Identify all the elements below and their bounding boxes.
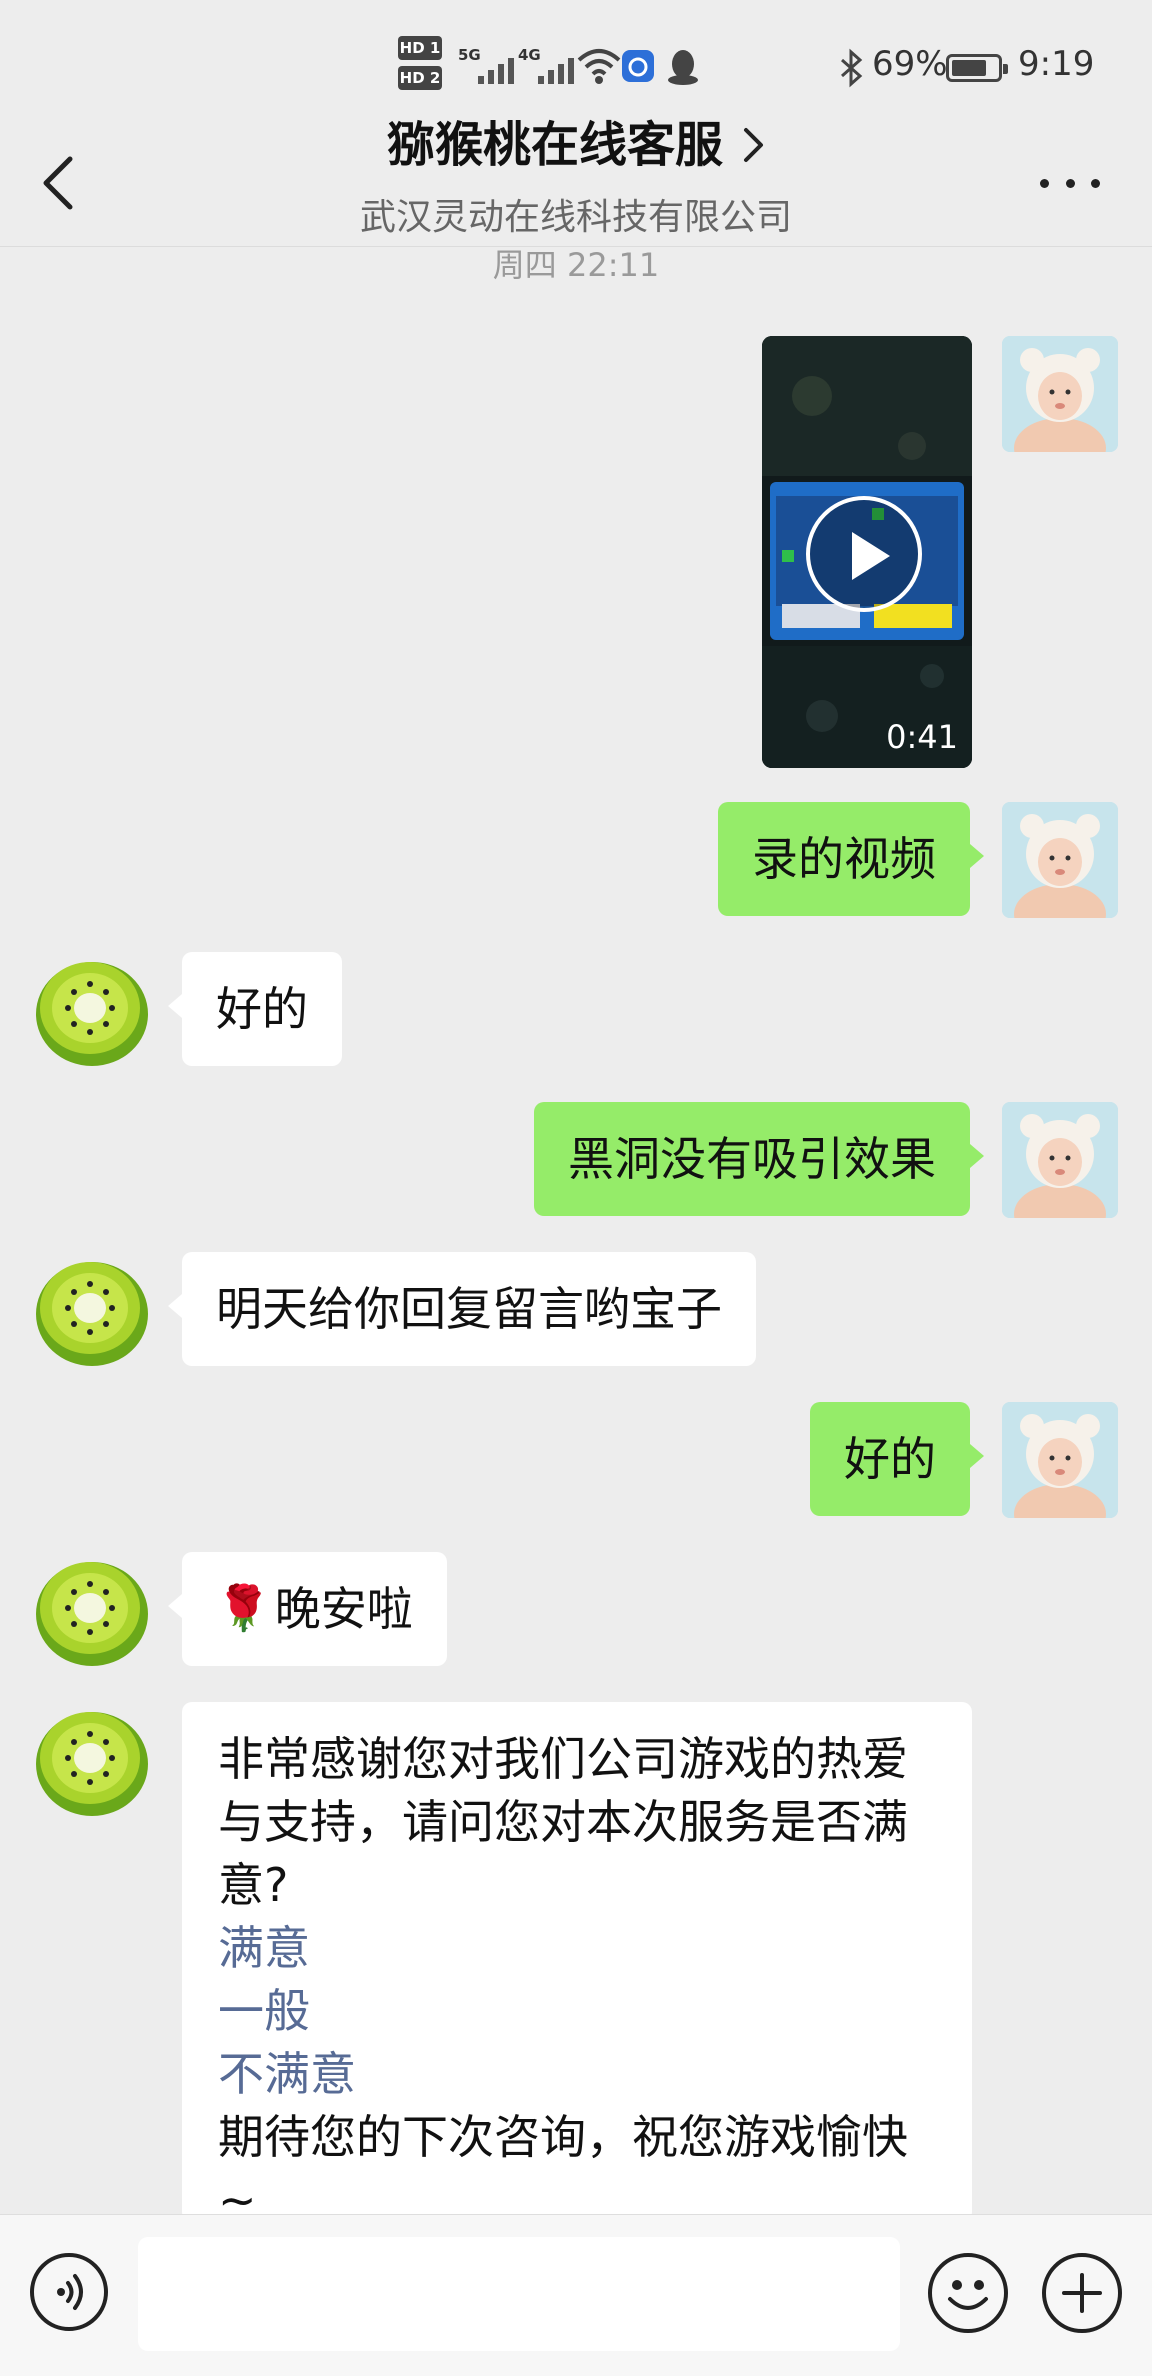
survey-text-line: 非常感谢您对我们公司游戏的热爱 (218, 1732, 908, 1786)
plus-icon (1062, 2273, 1102, 2313)
my-avatar[interactable] (1002, 1402, 1118, 1518)
survey-option-neutral[interactable]: 一般 (218, 1980, 936, 2043)
video-duration: 0:41 (886, 718, 958, 756)
sent-message-bubble[interactable]: 好的 (810, 1402, 984, 1516)
chat-header: 猕猴桃在线客服 武汉灵动在线科技有限公司 (0, 110, 1152, 246)
voice-icon (57, 2274, 83, 2310)
survey-option-unsatisfied[interactable]: 不满意 (218, 2043, 936, 2106)
survey-option-satisfied[interactable]: 满意 (218, 1917, 936, 1980)
survey-closing-line: 期待您的下次咨询，祝您游戏愉快 (218, 2110, 908, 2164)
clock: 9:19 (1018, 44, 1095, 84)
hd2-badge: HD 2 (398, 66, 442, 90)
message-timestamp: 周四 22:11 (492, 246, 660, 284)
chat-subtitle: 武汉灵动在线科技有限公司 (359, 197, 792, 238)
video-message[interactable]: 0:41 (762, 336, 972, 768)
more-button[interactable] (1040, 168, 1100, 198)
rose-emoji-icon: 🌹 (216, 1583, 271, 1634)
sent-message-bubble[interactable]: 录的视频 (718, 802, 984, 916)
wifi-icon (576, 46, 622, 86)
cs-avatar[interactable] (32, 1552, 150, 1670)
received-message-bubble[interactable]: 明天给你回复留言哟宝子 (168, 1252, 756, 1366)
survey-text-line: 意? (218, 1858, 289, 1912)
survey-message-bubble[interactable]: 非常感谢您对我们公司游戏的热爱 与支持，请问您对本次服务是否满 意? 满意 一般… (182, 1702, 972, 2222)
plus-button[interactable] (1042, 2253, 1122, 2333)
signal-4g-icon: 4G (518, 46, 584, 86)
cs-avatar[interactable] (32, 1702, 150, 1820)
alarm-icon (622, 50, 654, 82)
my-avatar[interactable] (1002, 1102, 1118, 1218)
message-input[interactable] (138, 2237, 900, 2351)
hd1-badge: HD 1 (398, 36, 442, 60)
chat-title-button[interactable]: 猕猴桃在线客服 (0, 112, 1152, 178)
chat-title: 猕猴桃在线客服 (386, 117, 723, 173)
battery-percent: 69% (872, 44, 948, 84)
my-avatar[interactable] (1002, 336, 1118, 452)
input-bar (0, 2214, 1152, 2376)
hd-volte-icon: HD 1 HD 2 (398, 36, 448, 98)
my-avatar[interactable] (1002, 802, 1118, 918)
qq-icon (666, 48, 700, 86)
message-text: 晚安啦 (274, 1582, 413, 1636)
voice-button[interactable] (30, 2253, 108, 2331)
cs-avatar[interactable] (32, 1252, 150, 1370)
battery-icon (946, 54, 1008, 82)
received-message-bubble[interactable]: 好的 (168, 952, 342, 1066)
received-message-bubble[interactable]: 🌹 晚安啦 (168, 1552, 447, 1666)
survey-text-line: 与支持，请问您对本次服务是否满 (218, 1795, 908, 1849)
sent-message-bubble[interactable]: 黑洞没有吸引效果 (534, 1102, 984, 1216)
emoji-icon (948, 2280, 988, 2310)
more-icon (1040, 178, 1049, 188)
emoji-button[interactable] (928, 2253, 1008, 2333)
bluetooth-icon (838, 48, 866, 88)
signal-5g-icon: 5G (458, 46, 524, 86)
chevron-right-icon (744, 128, 763, 162)
cs-avatar[interactable] (32, 952, 150, 1070)
play-icon[interactable] (806, 496, 922, 612)
